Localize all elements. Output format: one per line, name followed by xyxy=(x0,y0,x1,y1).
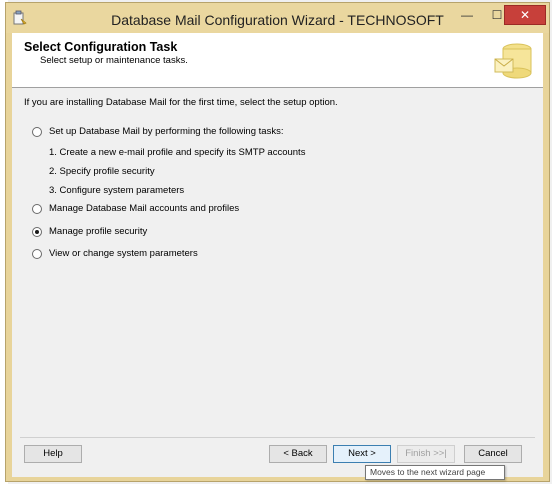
finish-button[interactable]: Finish >>| xyxy=(397,445,455,463)
setup-step-3: 3. Configure system parameters xyxy=(49,185,185,196)
page-title: Select Configuration Task xyxy=(24,40,178,54)
setup-step-2: 2. Specify profile security xyxy=(49,166,155,177)
radio-button[interactable] xyxy=(32,248,42,259)
option-label: Manage Database Mail accounts and profil… xyxy=(49,203,240,214)
close-button[interactable]: ✕ xyxy=(504,5,546,25)
next-button-tooltip: Moves to the next wizard page xyxy=(365,465,505,480)
title-bar[interactable]: Database Mail Configuration Wizard - TEC… xyxy=(6,3,549,33)
option-label: View or change system parameters xyxy=(49,248,198,259)
minimize-icon: — xyxy=(461,8,473,22)
maximize-icon: ☐ xyxy=(491,8,503,22)
minimize-button[interactable]: — xyxy=(452,5,482,25)
wizard-content: Select Configuration Task Select setup o… xyxy=(12,33,543,477)
radio-button-selected[interactable] xyxy=(32,226,42,237)
cancel-button[interactable]: Cancel xyxy=(464,445,522,463)
next-button[interactable]: Next > xyxy=(333,445,391,463)
option-label: Manage profile security xyxy=(49,226,148,237)
footer-divider xyxy=(20,437,535,438)
help-button[interactable]: Help xyxy=(24,445,82,463)
close-icon: ✕ xyxy=(519,8,531,22)
intro-text: If you are installing Database Mail for … xyxy=(24,97,338,108)
page-subtitle: Select setup or maintenance tasks. xyxy=(40,55,188,66)
option-view-system-parameters[interactable]: View or change system parameters xyxy=(32,248,198,259)
database-mail-icon xyxy=(493,39,537,83)
option-manage-accounts-profiles[interactable]: Manage Database Mail accounts and profil… xyxy=(32,203,239,214)
wizard-header: Select Configuration Task Select setup o… xyxy=(12,33,543,88)
back-button[interactable]: < Back xyxy=(269,445,327,463)
radio-button[interactable] xyxy=(32,203,42,214)
option-label: Set up Database Mail by performing the f… xyxy=(49,126,284,137)
option-setup-database-mail[interactable]: Set up Database Mail by performing the f… xyxy=(32,126,283,137)
wizard-window: Database Mail Configuration Wizard - TEC… xyxy=(5,2,550,482)
setup-step-1: 1. Create a new e-mail profile and speci… xyxy=(49,147,306,158)
option-manage-profile-security[interactable]: Manage profile security xyxy=(32,226,147,237)
radio-button[interactable] xyxy=(32,126,42,137)
